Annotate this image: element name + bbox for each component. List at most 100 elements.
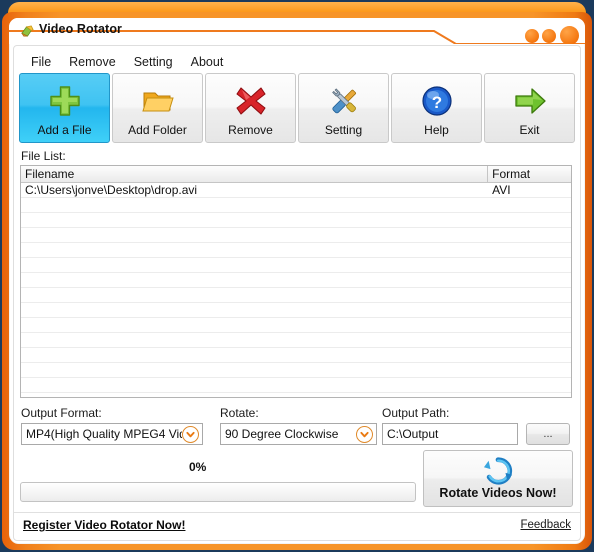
cell-filename: [21, 318, 488, 332]
cell-format: [488, 198, 571, 212]
table-row-empty[interactable]: [21, 303, 571, 318]
cell-format: [488, 213, 571, 227]
output-path-input[interactable]: [382, 423, 518, 445]
file-list[interactable]: Filename Format C:\Users\jonve\Desktop\d…: [20, 165, 572, 398]
rotate-videos-now-label: Rotate Videos Now!: [439, 486, 557, 500]
table-row-empty[interactable]: [21, 198, 571, 213]
table-row-empty[interactable]: [21, 393, 571, 397]
cell-format: [488, 288, 571, 302]
menu-item-file[interactable]: File: [22, 53, 60, 71]
title-bar: Video Rotator: [9, 18, 585, 44]
svg-text:?: ?: [431, 93, 441, 112]
cell-filename: [21, 393, 488, 397]
file-list-header: Filename Format: [21, 166, 571, 183]
table-row-empty[interactable]: [21, 363, 571, 378]
toolbar-label-add-a-file: Add a File: [37, 123, 92, 137]
table-row-empty[interactable]: [21, 228, 571, 243]
menu-item-about[interactable]: About: [182, 53, 233, 71]
rotate-value: 90 Degree Clockwise: [225, 427, 339, 441]
toolbar-button-exit[interactable]: Exit: [484, 73, 575, 143]
toolbar-button-help[interactable]: ? Help: [391, 73, 482, 143]
table-row-empty[interactable]: [21, 318, 571, 333]
toolbar-button-remove[interactable]: Remove: [205, 73, 296, 143]
cell-format: [488, 303, 571, 317]
table-row-empty[interactable]: [21, 258, 571, 273]
blue-rotate-icon: [483, 457, 513, 485]
cell-format: [488, 378, 571, 392]
cell-filename: [21, 333, 488, 347]
column-header-format[interactable]: Format: [488, 166, 571, 182]
table-row-empty[interactable]: [21, 288, 571, 303]
toolbar-label-setting: Setting: [324, 123, 363, 137]
menu-bar: File Remove Setting About: [14, 51, 580, 73]
toolbar-label-remove: Remove: [228, 123, 273, 137]
toolbar-label-add-folder: Add Folder: [128, 123, 187, 137]
green-plus-icon: [49, 86, 80, 116]
cell-filename: [21, 228, 488, 242]
progress-percent-label: 0%: [189, 460, 207, 474]
cell-format: [488, 348, 571, 362]
toolbar: Add a File Add Folder Remove Setting ? H…: [19, 73, 575, 145]
cell-format: [488, 228, 571, 242]
cell-format: [488, 363, 571, 377]
video-rotator-icon: [20, 25, 34, 37]
window-title: Video Rotator: [39, 22, 123, 36]
green-arrow-icon: [514, 88, 546, 114]
table-row-empty[interactable]: [21, 273, 571, 288]
menu-item-setting[interactable]: Setting: [125, 53, 182, 71]
register-link[interactable]: Register Video Rotator Now!: [23, 518, 185, 532]
column-header-filename[interactable]: Filename: [21, 166, 489, 182]
toolbar-button-setting[interactable]: Setting: [298, 73, 389, 143]
maximize-button[interactable]: [542, 28, 556, 43]
output-format-dropdown[interactable]: MP4(High Quality MPEG4 Vide: [21, 423, 203, 445]
cell-filename: [21, 198, 488, 212]
application-window: Video Rotator File Remove Setting About …: [0, 0, 594, 552]
rotate-videos-now-button[interactable]: Rotate Videos Now!: [423, 450, 573, 507]
tools-icon: [331, 88, 356, 114]
window-controls: [525, 26, 579, 44]
cell-filename: C:\Users\jonve\Desktop\drop.avi: [25, 183, 198, 197]
menu-item-remove[interactable]: Remove: [60, 53, 125, 71]
cell-format: [488, 273, 571, 287]
red-x-icon: [235, 87, 266, 115]
rotate-label: Rotate:: [220, 406, 259, 420]
cell-format: [488, 318, 571, 332]
cell-format: [488, 393, 571, 397]
cell-filename: [21, 363, 488, 377]
table-row-empty[interactable]: [21, 213, 571, 228]
folder-icon: [141, 92, 174, 112]
rotate-dropdown[interactable]: 90 Degree Clockwise: [220, 423, 377, 445]
output-path-label: Output Path:: [382, 406, 450, 420]
table-row-empty[interactable]: [21, 378, 571, 393]
close-button[interactable]: [560, 26, 579, 44]
cell-format: AVI: [492, 183, 511, 197]
cell-format: [488, 333, 571, 347]
minimize-button[interactable]: [525, 28, 539, 43]
cell-format: [488, 243, 571, 257]
output-format-value: MP4(High Quality MPEG4 Vide: [26, 427, 182, 441]
main-content-area: File Remove Setting About Add a File Add…: [13, 45, 581, 541]
toolbar-button-add-a-file[interactable]: Add a File: [19, 73, 110, 143]
chevron-down-icon[interactable]: [356, 425, 373, 443]
feedback-link[interactable]: Feedback: [520, 519, 571, 531]
table-row-empty[interactable]: [21, 348, 571, 363]
browse-output-path-button[interactable]: ...: [526, 423, 570, 445]
cell-filename: [21, 258, 488, 272]
cell-filename: [21, 288, 488, 302]
toolbar-label-help: Help: [424, 123, 449, 137]
cell-format: [488, 258, 571, 272]
cell-filename: [21, 348, 488, 362]
table-row-empty[interactable]: [21, 243, 571, 258]
cell-filename: [21, 243, 488, 257]
status-bar: Register Video Rotator Now! Feedback: [14, 512, 580, 541]
chevron-down-icon[interactable]: [182, 425, 199, 443]
file-list-body: C:\Users\jonve\Desktop\drop.avi AVI: [21, 183, 571, 397]
blue-question-icon: ?: [421, 86, 452, 116]
cell-filename: [21, 303, 488, 317]
file-list-label: File List:: [21, 149, 66, 163]
table-row[interactable]: C:\Users\jonve\Desktop\drop.avi AVI: [21, 183, 571, 198]
cell-filename: [21, 378, 488, 392]
cell-filename: [21, 273, 488, 287]
table-row-empty[interactable]: [21, 333, 571, 348]
toolbar-button-add-folder[interactable]: Add Folder: [112, 73, 203, 143]
